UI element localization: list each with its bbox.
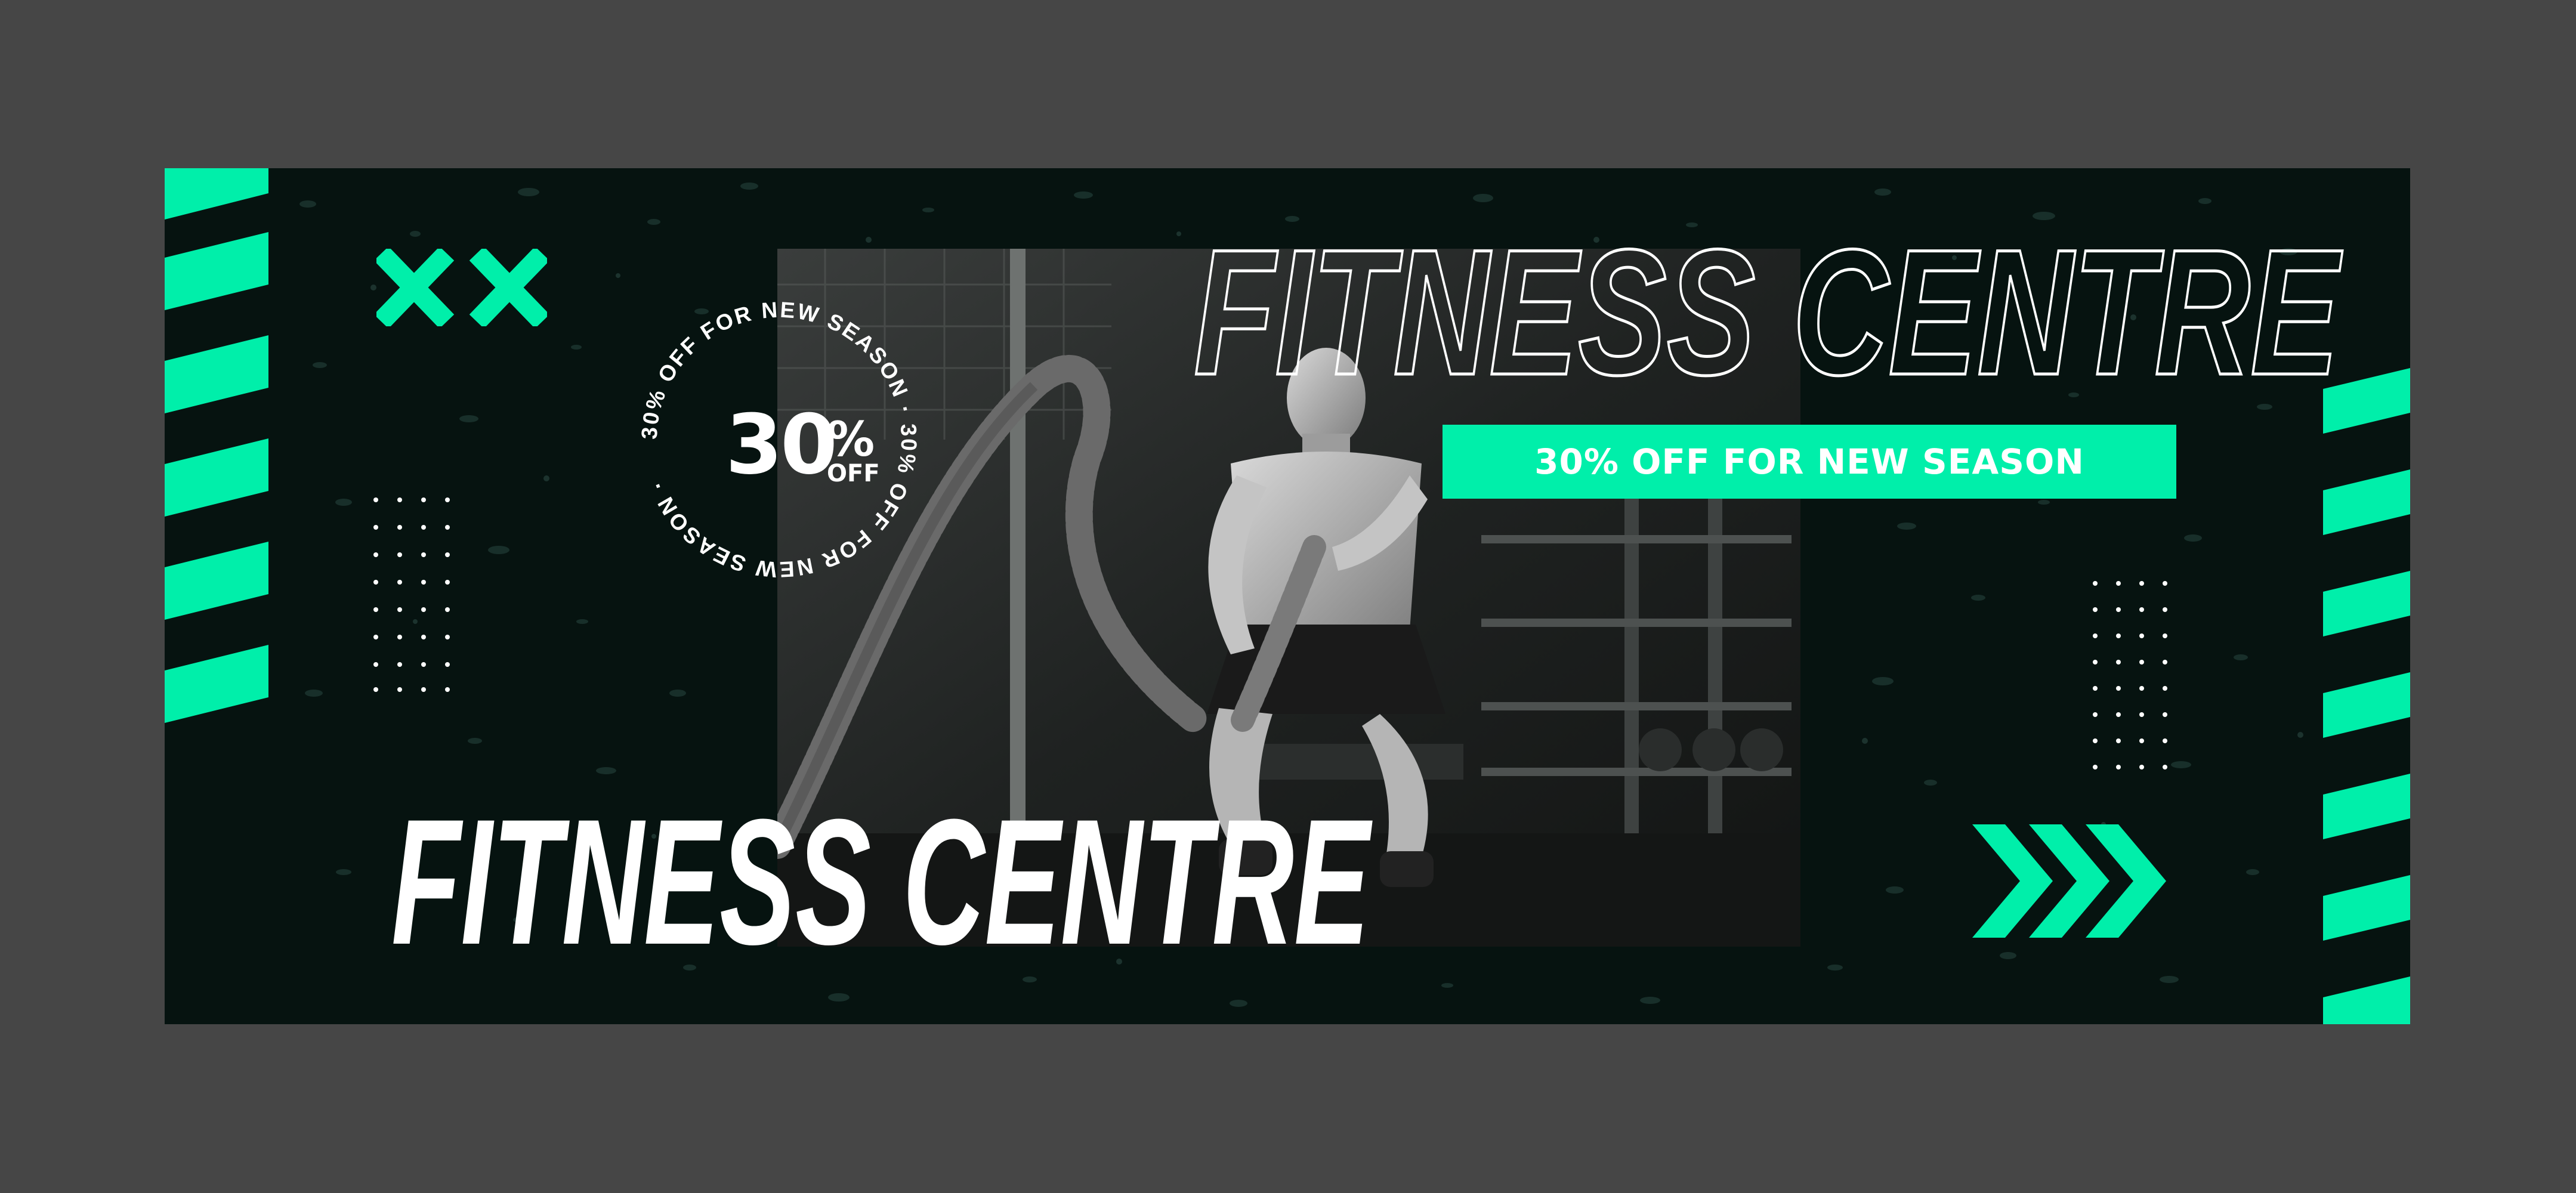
chevron-arrows-icon bbox=[1972, 824, 2166, 938]
badge-percent: % bbox=[827, 412, 875, 467]
badge-amount: 30 bbox=[725, 397, 838, 493]
dot-grid-right bbox=[2093, 581, 2167, 769]
headline-outline: FITNESS CENTRE bbox=[1194, 222, 2346, 401]
fitness-banner: 30% OFF FOR NEW SEASON · 30% OFF FOR NEW… bbox=[165, 168, 2410, 1024]
dot-grid-left bbox=[373, 497, 450, 692]
badge-off-label: OFF bbox=[827, 460, 880, 487]
stripe-decoration-left bbox=[165, 168, 268, 723]
headline-outline-text: FITNESS CENTRE bbox=[1194, 222, 2344, 401]
headline-solid: FITNESS CENTRE bbox=[391, 795, 1374, 973]
promo-bar-text: 30% OFF FOR NEW SEASON bbox=[1534, 441, 2084, 482]
headline-solid-text: FITNESS CENTRE bbox=[391, 795, 1374, 973]
promo-bar: 30% OFF FOR NEW SEASON bbox=[1443, 425, 2176, 499]
x-mark-icons bbox=[376, 249, 547, 326]
